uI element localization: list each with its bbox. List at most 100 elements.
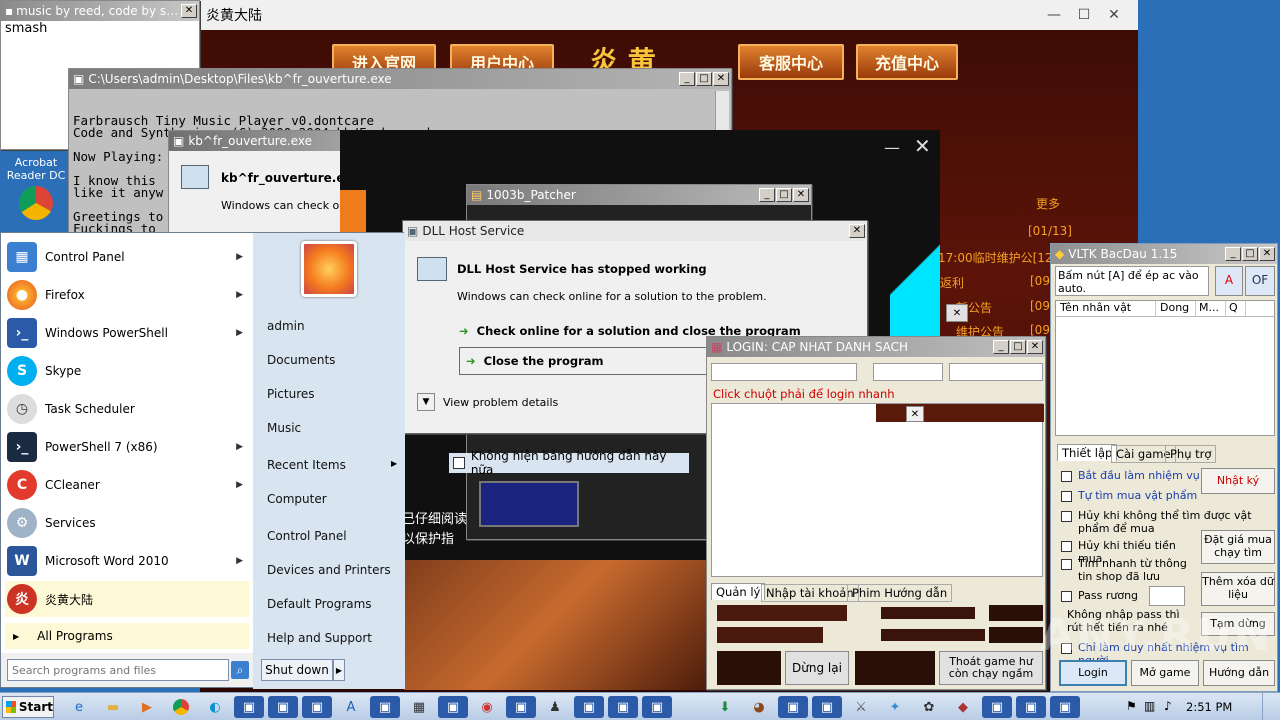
- taskbar-app-icon[interactable]: ▣: [608, 696, 638, 718]
- tab-settings[interactable]: Thiết lập: [1057, 444, 1118, 461]
- close-button[interactable]: ✕: [849, 224, 865, 238]
- place-devices-printers[interactable]: Devices and Printers: [267, 563, 391, 577]
- minimize-button[interactable]: —: [1042, 7, 1066, 23]
- minimize-button[interactable]: _: [759, 188, 775, 202]
- game-taskbar-icon[interactable]: ◉: [472, 696, 502, 718]
- place-admin[interactable]: admin: [267, 319, 305, 333]
- program-word-2010[interactable]: W Microsoft Word 2010 ▶: [7, 543, 249, 579]
- vltk-a-button[interactable]: A: [1215, 266, 1243, 296]
- patcher-checkbox-row[interactable]: Không hiện bảng hướng dẫn này nữa: [449, 449, 689, 477]
- check-quick-find[interactable]: Tìm nhanh từ thông tin shop đã lưu: [1061, 557, 1201, 583]
- maximize-button[interactable]: ☐: [1072, 7, 1096, 23]
- column-header[interactable]: Tên nhân vật: [1056, 301, 1156, 316]
- place-default-programs[interactable]: Default Programs: [267, 597, 372, 611]
- place-documents[interactable]: Documents: [267, 353, 335, 367]
- place-pictures[interactable]: Pictures: [267, 387, 315, 401]
- shutdown-options-button[interactable]: ▶: [333, 659, 345, 681]
- place-recent-items[interactable]: Recent Items: [267, 458, 346, 472]
- splash-minimize-icon[interactable]: —: [884, 138, 900, 157]
- minimize-button[interactable]: _: [1225, 247, 1241, 261]
- close-button[interactable]: ✕: [1102, 7, 1126, 23]
- taskbar-app-icon[interactable]: ▣: [574, 696, 604, 718]
- recharge-center-button[interactable]: 充值中心: [856, 44, 958, 80]
- search-box[interactable]: [7, 659, 229, 681]
- close-button[interactable]: ✕: [793, 188, 809, 202]
- place-music[interactable]: Music: [267, 421, 301, 435]
- acrobat-icon[interactable]: A: [336, 696, 366, 718]
- checkbox[interactable]: [453, 457, 465, 469]
- taskbar-app-icon[interactable]: ▣: [302, 696, 332, 718]
- shutdown-button[interactable]: Shut down: [261, 659, 333, 681]
- search-icon[interactable]: ⌕: [231, 661, 249, 679]
- login-button[interactable]: Login: [1059, 660, 1127, 686]
- close-button[interactable]: ✕: [1259, 247, 1275, 261]
- tray-volume-icon[interactable]: ♪: [1164, 699, 1172, 713]
- place-control-panel[interactable]: Control Panel: [267, 529, 347, 543]
- chrome-icon[interactable]: [166, 696, 196, 718]
- view-details-toggle[interactable]: ▼ View problem details: [417, 393, 558, 411]
- bird-icon[interactable]: ✦: [880, 696, 910, 718]
- stop-button[interactable]: Dừng lại: [785, 651, 849, 685]
- news-item[interactable]: 17:00临时维护公[12,: [938, 249, 1056, 266]
- maximize-button[interactable]: □: [1242, 247, 1258, 261]
- tray-network-icon[interactable]: ▥: [1144, 699, 1155, 713]
- desktop-acrobat-icon[interactable]: Acrobat Reader DC: [4, 150, 68, 230]
- login-field[interactable]: [711, 363, 857, 381]
- program-windows-powershell[interactable]: ›_ Windows PowerShell ▶: [7, 315, 249, 351]
- download-icon[interactable]: ⬇: [710, 696, 740, 718]
- maximize-button[interactable]: □: [696, 72, 712, 86]
- program-skype[interactable]: S Skype: [7, 353, 249, 389]
- close-button[interactable]: ✕: [713, 72, 729, 86]
- taskbar-app-icon[interactable]: ▣: [506, 696, 536, 718]
- vltk-of-button[interactable]: OF: [1245, 266, 1275, 296]
- media-player-icon[interactable]: ▶: [132, 696, 162, 718]
- program-task-scheduler[interactable]: ◷ Task Scheduler: [7, 391, 249, 427]
- start-button[interactable]: Start: [2, 696, 54, 718]
- place-help-support[interactable]: Help and Support: [267, 631, 372, 645]
- exit-hidden-game-button[interactable]: Thoát game hư còn chạy ngầm: [939, 651, 1043, 685]
- login-tab-video[interactable]: Phim Hướng dẫn: [847, 584, 953, 602]
- check-start-quest[interactable]: Bắt đầu làm nhiệm vụ: [1061, 469, 1201, 483]
- all-programs-item[interactable]: ▶ All Programs: [5, 623, 249, 649]
- place-computer[interactable]: Computer: [267, 492, 327, 506]
- internet-explorer-icon[interactable]: e: [64, 696, 94, 718]
- support-center-button[interactable]: 客服中心: [738, 44, 844, 80]
- program-firefox[interactable]: ● Firefox ▶: [7, 277, 249, 313]
- column-header[interactable]: Dong: [1156, 301, 1196, 316]
- clock-time[interactable]: 2:51 PM: [1186, 700, 1232, 714]
- user-picture[interactable]: [301, 241, 357, 297]
- chest-pass-input[interactable]: [1149, 586, 1185, 606]
- character-icon[interactable]: ♟: [540, 696, 570, 718]
- program-powershell-7[interactable]: ›_ PowerShell 7 (x86) ▶: [7, 429, 249, 465]
- news-item[interactable]: 返利: [940, 274, 964, 291]
- close-button[interactable]: ✕: [181, 4, 197, 18]
- program-ccleaner[interactable]: C CCleaner ▶: [7, 467, 249, 503]
- taskbar-app-icon[interactable]: ▣: [268, 696, 298, 718]
- taskbar-app-icon[interactable]: ▣: [1016, 696, 1046, 718]
- monkey-icon[interactable]: ◕: [744, 696, 774, 718]
- search-input[interactable]: [8, 663, 228, 677]
- tray-flag-icon[interactable]: ⚑: [1126, 699, 1137, 713]
- column-header[interactable]: M...: [1196, 301, 1226, 316]
- calculator-icon[interactable]: ▦: [404, 696, 434, 718]
- character-table[interactable]: Tên nhân vật Dong M... Q: [1055, 300, 1275, 436]
- login-field[interactable]: [949, 363, 1043, 381]
- account-list[interactable]: ✕: [711, 403, 1044, 577]
- splash-close-icon[interactable]: ✕: [914, 134, 931, 158]
- edge-icon[interactable]: ◐: [200, 696, 230, 718]
- minimize-button[interactable]: _: [993, 340, 1009, 354]
- program-services[interactable]: ⚙ Services: [7, 505, 249, 541]
- login-field[interactable]: [873, 363, 943, 381]
- taskbar-app-icon[interactable]: ▣: [812, 696, 842, 718]
- list-close-button[interactable]: ✕: [906, 406, 924, 422]
- minimize-button[interactable]: _: [679, 72, 695, 86]
- login-tab-input[interactable]: Nhập tài khoản: [761, 584, 859, 602]
- close-button[interactable]: ✕: [1027, 340, 1043, 354]
- show-desktop-button[interactable]: [1262, 693, 1280, 720]
- folder-icon[interactable]: ▬: [98, 696, 128, 718]
- taskbar-app-icon[interactable]: ▣: [438, 696, 468, 718]
- maximize-button[interactable]: □: [1010, 340, 1026, 354]
- background-close-button[interactable]: ✕: [946, 304, 968, 322]
- check-chest-pass[interactable]: Pass rương: [1061, 589, 1151, 603]
- taskbar-app-icon[interactable]: ▣: [234, 696, 264, 718]
